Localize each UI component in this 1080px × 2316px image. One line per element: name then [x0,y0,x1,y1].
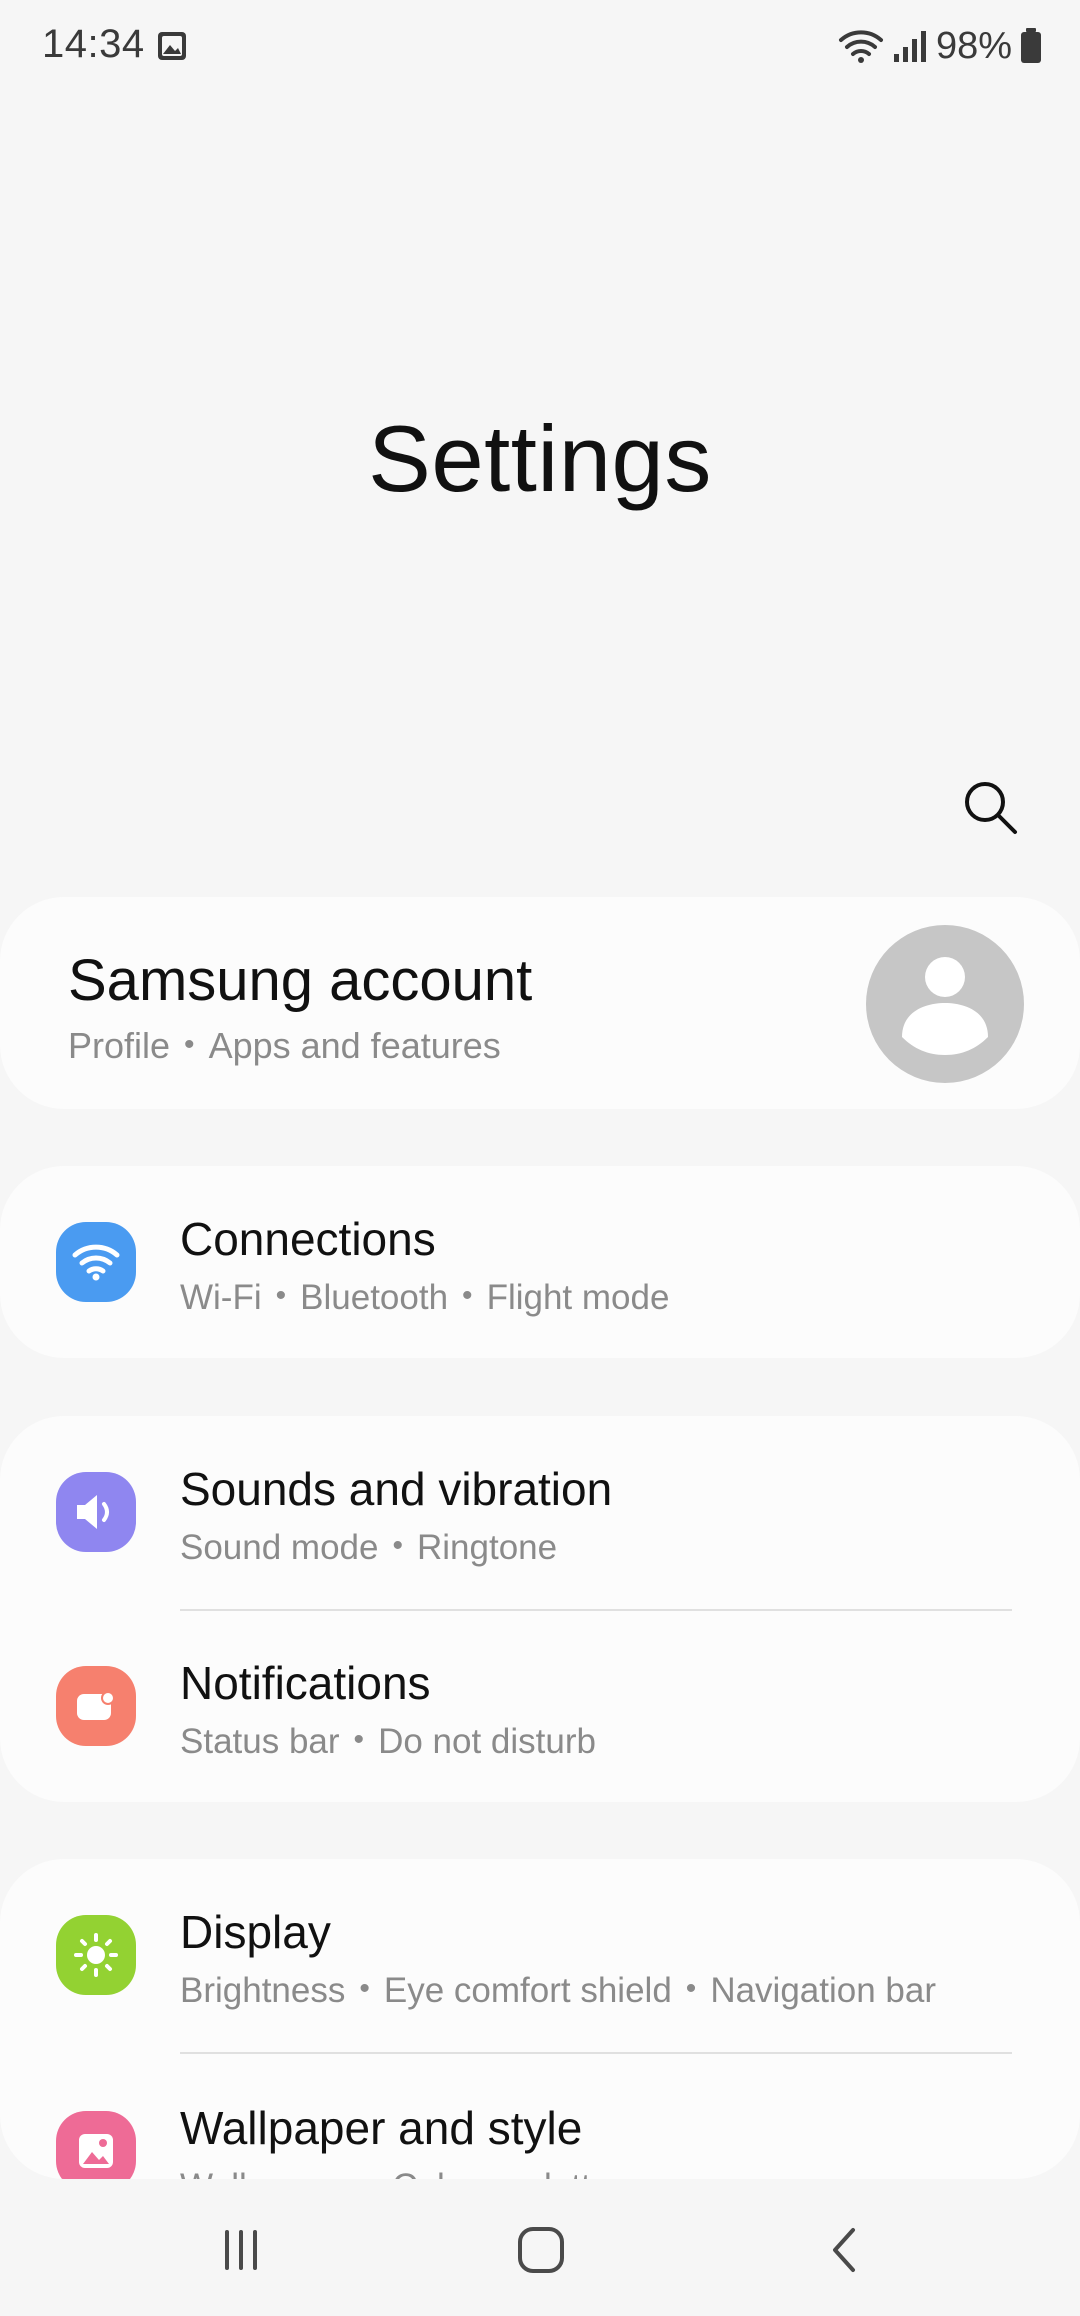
display-icon-bg [56,1915,136,1995]
separator-dot: • [353,1723,365,1756]
row-sub-item: Sound mode [180,1528,379,1567]
row-sub-item: Wi-Fi [180,1278,262,1317]
status-time: 14:34 [42,22,145,66]
row-sub-item: Navigation bar [710,1971,937,2010]
gallery-icon [158,32,186,60]
settings-row-wallpaper[interactable]: Wallpaper and style Wallpapers • Colour pa… [0,2055,1080,2179]
navigation-bar [0,2180,1080,2316]
brightness-icon [74,1933,118,1977]
account-title: Samsung account [68,948,533,1013]
row-sub-item: Flight mode [486,1278,670,1317]
row-subtitle: Sound mode • Ringtone [180,1528,557,1568]
separator-dot: • [275,1279,287,1312]
avatar[interactable] [866,925,1024,1083]
sounds-icon-bg [56,1472,136,1552]
row-sub-item: Wallpapers [180,2167,354,2179]
row-sub-item: Ringtone [417,1528,558,1567]
row-divider [180,2052,1012,2054]
row-title: Wallpaper and style [180,2102,583,2154]
status-right: 98% [838,22,1042,70]
row-title: Sounds and vibration [180,1463,613,1515]
account-subtitle: Profile • Apps and features [68,1025,501,1067]
samsung-account-card[interactable]: Samsung account Profile • Apps and feature… [0,897,1080,1109]
status-bar: 14:34 98% [0,0,1080,92]
connections-icon-bg [56,1222,136,1302]
row-sub-item: Colour palette [392,2167,610,2179]
settings-row-notifications[interactable]: Notifications Status bar • Do not disturb [0,1610,1080,1802]
row-sub-item: Brightness [180,1971,346,2010]
row-sub-item: Bluetooth [300,1278,449,1317]
separator-dot: • [392,1529,403,1562]
separator-dot: • [359,1972,370,2005]
display-wallpaper-card: Display Brightness • Eye comfort shield • Na… [0,1859,1080,2179]
page-title: Settings [368,406,712,511]
signal-icon [893,31,926,62]
row-sub-item: Do not disturb [378,1722,596,1761]
row-subtitle: Status bar • Do not disturb [180,1722,596,1762]
back-icon [833,2228,855,2272]
battery-percent: 98% [935,24,1012,67]
battery-icon [1021,28,1041,63]
separator-dot: • [462,1279,473,1312]
row-subtitle: Wi-Fi • Bluetooth • Flight mode [180,1278,669,1318]
settings-row-connections[interactable]: Connections Wi-Fi • Bluetooth • Flight mode [0,1166,1080,1358]
settings-row-sounds[interactable]: Sounds and vibration Sound mode • Ringtone [0,1416,1080,1608]
home-button[interactable] [496,2210,586,2290]
home-icon [518,2227,564,2273]
wallpaper-icon-bg [56,2111,136,2179]
notifications-icon-bg [56,1666,136,1746]
row-sub-item: Eye comfort shield [383,1971,672,2010]
row-subtitle: Brightness • Eye comfort shield • Navigation… [180,1971,936,2011]
sounds-notifications-card: Sounds and vibration Sound mode • Ringtone… [0,1416,1080,1802]
search-button[interactable] [958,775,1022,839]
wallpaper-icon [79,2134,113,2168]
avatar-icon [902,957,988,1055]
row-title: Connections [180,1213,436,1265]
recents-icon [225,2230,257,2270]
notification-icon [77,1691,115,1720]
separator-dot: • [685,1972,697,2005]
wifi-icon [838,30,883,63]
separator-dot: • [368,2168,379,2179]
separator-dot: • [184,1028,195,1061]
settings-row-display[interactable]: Display Brightness • Eye comfort shield • Na… [0,1859,1080,2051]
wifi-icon [72,1244,120,1281]
account-sub-apps: Apps and features [208,1025,501,1066]
search-icon [965,782,1017,834]
row-title: Display [180,1906,331,1958]
row-title: Notifications [180,1657,431,1709]
account-sub-profile: Profile [68,1025,171,1066]
recents-button[interactable] [196,2210,286,2290]
back-button[interactable] [800,2210,890,2290]
speaker-icon [77,1495,109,1529]
row-sub-item: Status bar [180,1722,340,1761]
row-subtitle: Wallpapers • Colour palette [180,2167,610,2179]
connections-card: Connections Wi-Fi • Bluetooth • Flight mode [0,1166,1080,1358]
